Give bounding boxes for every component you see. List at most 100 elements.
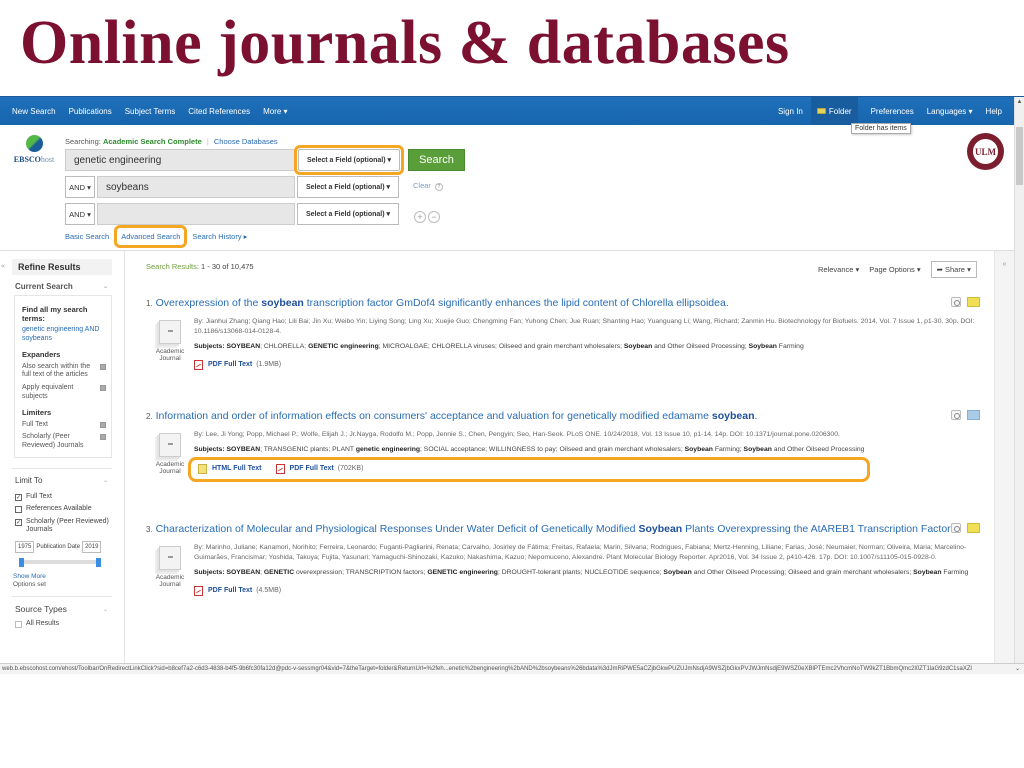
limit-to-header[interactable]: Limit To ⌄ [12,469,112,489]
field-select-3[interactable]: Select a Field (optional) ▾ [297,203,399,225]
ulm-seal-logo: ULM [967,133,1004,170]
search-term-input-2[interactable]: soybeans [97,176,295,198]
boolean-operator-select-2[interactable]: AND ▾ [65,176,95,198]
remove-row-icon[interactable]: − [428,211,440,223]
remove-icon[interactable] [100,385,106,391]
nav-sign-in[interactable]: Sign In [778,107,803,116]
page-options-dropdown[interactable]: Page Options ▾ [869,265,920,274]
publication-type-label: Academic Journal [155,347,185,362]
add-to-folder-icon[interactable] [967,523,980,533]
limit-full-text-checkbox[interactable]: ✓ Full Text [15,493,112,501]
add-to-folder-icon[interactable] [967,297,980,307]
basic-search-link[interactable]: Basic Search [65,232,109,244]
checkbox-unchecked-icon [15,621,22,629]
scrollbar-thumb[interactable] [1016,127,1023,185]
nav-publications[interactable]: Publications [69,107,112,116]
show-more-link[interactable]: Show More [13,573,112,580]
chevron-down-icon: ⌄ [102,284,108,290]
remove-icon[interactable] [100,363,106,370]
nav-subject-terms[interactable]: Subject Terms [125,107,176,116]
source-types-header[interactable]: Source Types ⌄ [12,597,112,618]
subject-term: Soybean [623,343,653,351]
results-label: Search Results: [146,262,199,271]
subject-text: ; CHLORELLA; [260,343,309,351]
limiters-label: Limiters [22,407,52,417]
current-search-header[interactable]: Current Search ⌄ [12,275,112,295]
result-number: 2. [146,412,153,421]
database-name: Academic Search Complete [102,137,202,146]
collapse-left-panel-icon[interactable]: « [1,263,5,270]
subject-term: GENETIC engineering [427,569,498,577]
all-results-checkbox[interactable]: All Results [15,620,112,629]
scroll-up-arrow-icon[interactable]: ▲ [1015,97,1024,107]
nav-cited-references[interactable]: Cited References [188,107,250,116]
subject-term: Subjects: [194,445,227,453]
ebscohost-logo[interactable]: EBSCOhost [12,135,56,164]
result-subjects: Subjects: SOYBEAN; CHLORELLA; GENETIC en… [194,342,986,352]
limit-to-label: Limit To [15,475,43,485]
result-title-link[interactable]: Information and order of information eff… [156,410,758,422]
nav-folder[interactable]: Folder [810,97,858,125]
result-actions [951,410,980,420]
pdf-full-text-link[interactable]: PDF Full Text (4.5MB) [194,586,281,597]
subject-term: SOYBEAN [226,569,261,577]
result-title-link[interactable]: Overexpression of the soybean transcript… [156,297,729,309]
chevron-down-icon: ⌄ [102,606,108,613]
result-title-link[interactable]: Characterization of Molecular and Physio… [156,523,953,535]
full-text-label: PDF Full Text [289,465,334,473]
slider-handle-end[interactable] [96,558,101,568]
advanced-search-link[interactable]: Advanced Search [114,225,188,248]
title-text: Characterization of Molecular and Physio… [155,523,639,535]
limit-references-checkbox[interactable]: References Available [15,505,112,514]
add-row-icon[interactable]: + [414,211,426,223]
pub-date-from-input[interactable]: 1975 [15,541,35,554]
nav-more-menu[interactable]: More ▾ [263,107,287,116]
search-term-input-3[interactable] [97,203,295,225]
nav-preferences[interactable]: Preferences [871,107,914,116]
nav-new-search[interactable]: New Search [12,107,56,116]
remove-icon[interactable] [100,421,106,428]
title-highlight: soybean [711,410,755,422]
status-dropdown-icon[interactable]: ⌄ [1015,664,1020,674]
chevron-down-icon: ⌄ [102,477,108,484]
preview-magnifier-icon[interactable] [951,297,961,307]
share-button[interactable]: ➦ Share ▾ [930,261,977,278]
refine-results-heading: Refine Results [12,259,112,275]
limit-scholarly-checkbox[interactable]: ✓ Scholarly (Peer Reviewed) Journals [15,518,112,535]
field-select-2[interactable]: Select a Field (optional) ▾ [297,176,399,198]
boolean-operator-select-3[interactable]: AND ▾ [65,203,95,225]
search-term-input-1[interactable]: genetic engineering [65,149,295,171]
search-button[interactable]: Search [408,149,465,171]
result-details: By: Lee, Ji Yong; Popp, Michael P.; Wolf… [187,430,871,482]
browser-screenshot: New Search Publications Subject Terms Ci… [0,96,1024,674]
subject-text: ; SOCIAL acceptance; WILLINGNESS to pay;… [420,445,685,453]
subject-term: GENETIC [263,569,295,577]
clear-link[interactable]: Clear [413,181,431,190]
html-full-text-link[interactable]: HTML Full Text [198,464,266,475]
relevance-sort-dropdown[interactable]: Relevance ▾ [818,265,859,274]
slider-handle-start[interactable] [19,558,24,568]
file-size: (4.5MB) [256,587,282,595]
choose-databases-link[interactable]: Choose Databases [214,137,278,146]
result-subjects: Subjects: SOYBEAN; GENETIC overexpressio… [194,568,986,578]
publication-date-slider[interactable] [19,558,101,568]
search-history-link[interactable]: Search History ▸ [192,232,247,244]
pdf-full-text-link[interactable]: PDF Full Text (1.9MB) [194,360,281,371]
pub-date-to-input[interactable]: 2019 [82,541,102,554]
full-text-label: PDF Full Text [208,587,253,595]
current-search-label: Current Search [15,282,73,291]
vertical-scrollbar[interactable]: ▲ [1014,97,1024,674]
publication-type: Academic Journal [146,430,194,476]
field-select-1[interactable]: Select a Field (optional) ▾ [294,145,404,175]
help-question-icon[interactable]: ? [434,183,443,191]
expand-right-panel-icon[interactable]: « [995,261,1014,268]
find-all-value-link[interactable]: genetic engineering AND soybeans [22,326,106,344]
preview-magnifier-icon[interactable] [951,523,961,533]
nav-help[interactable]: Help [986,107,1002,116]
folder-added-icon[interactable] [967,410,980,420]
result-byline: By: Marinho, Juliane; Kanamori, Norihito… [194,543,967,561]
preview-magnifier-icon[interactable] [951,410,961,420]
pdf-full-text-link[interactable]: PDF Full Text (702KB) [275,464,363,475]
remove-icon[interactable] [100,434,106,441]
nav-languages[interactable]: Languages ▾ [927,107,973,116]
